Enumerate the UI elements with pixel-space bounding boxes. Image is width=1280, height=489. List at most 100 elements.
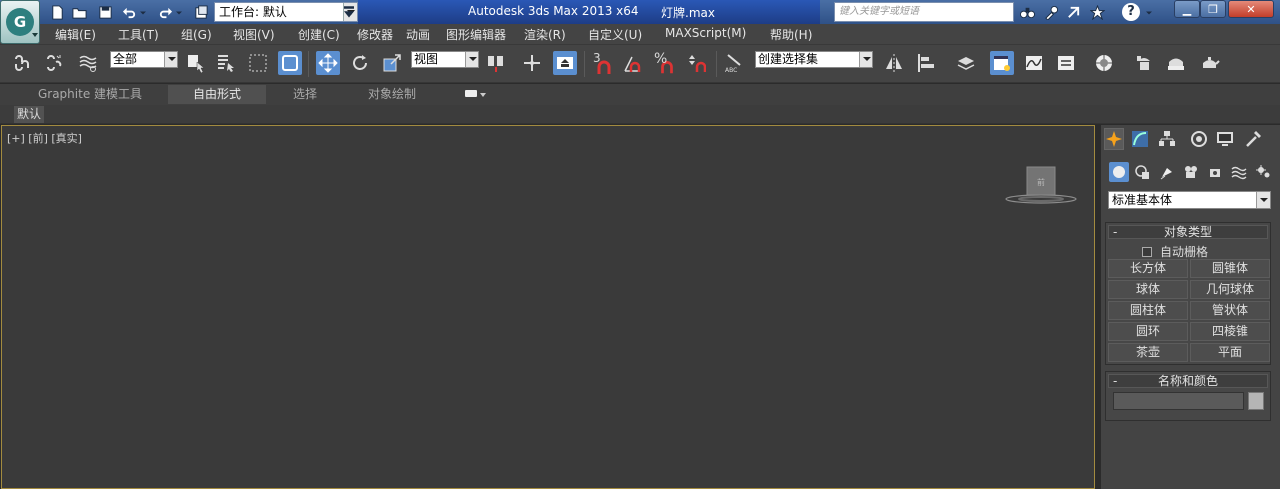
menu-help[interactable]: 帮助(H) [770,26,812,43]
snaps-toggle-icon[interactable]: 3 [590,51,614,75]
use-pivot-point-center-icon[interactable] [484,51,508,75]
cone-button[interactable]: 圆锥体 [1190,259,1270,278]
rendered-frame-window-icon[interactable] [1164,51,1188,75]
tab-selection[interactable]: 选择 [278,85,332,104]
tab-graphite-modeling[interactable]: Graphite 建模工具 [30,85,150,104]
align-icon[interactable] [914,51,938,75]
teapot-button[interactable]: 茶壶 [1108,343,1188,362]
customize-quick-access-icon[interactable] [342,3,356,21]
menu-maxscript[interactable]: MAXScript(M) [665,26,746,40]
window-crossing-toggle-icon[interactable] [278,51,302,75]
project-folder-icon[interactable] [192,3,210,21]
rectangular-selection-region-icon[interactable] [246,51,270,75]
create-tab-icon[interactable] [1104,128,1124,150]
bind-to-space-warp-icon[interactable] [76,51,100,75]
unlink-selection-icon[interactable] [42,51,66,75]
autogrid-checkbox[interactable]: 自动栅格 [1142,243,1208,260]
menu-create[interactable]: 创建(C) [298,26,340,43]
name-and-color-rollout-header[interactable]: - 名称和颜色 [1108,374,1268,388]
space-warps-icon[interactable] [1229,162,1249,182]
redo-dropdown-icon[interactable] [174,3,184,21]
tube-button[interactable]: 管状体 [1190,301,1270,320]
object-category-select[interactable]: 标准基本体 [1108,191,1271,209]
menu-graph-editors[interactable]: 图形编辑器 [446,26,506,43]
curve-editor-icon[interactable] [1022,51,1046,75]
schematic-view-icon[interactable] [1054,51,1078,75]
object-name-field[interactable] [1113,392,1244,410]
redo-icon[interactable] [156,3,174,21]
help-icon[interactable]: ? [1122,3,1140,21]
helpers-icon[interactable] [1205,162,1225,182]
ribbon-default-panel[interactable]: 默认 [14,106,45,123]
torus-button[interactable]: 圆环 [1108,322,1188,341]
object-color-swatch[interactable] [1248,392,1264,410]
graphite-modeling-tools-toggle-icon[interactable] [990,51,1014,75]
menu-tools[interactable]: 工具(T) [118,26,159,43]
mirror-icon[interactable] [882,51,906,75]
tab-object-paint[interactable]: 对象绘制 [352,85,432,104]
viewcube[interactable]: 前 [1004,166,1078,206]
render-setup-icon[interactable] [1132,51,1156,75]
select-and-link-icon[interactable] [10,51,34,75]
geosphere-button[interactable]: 几何球体 [1190,280,1270,299]
menu-modifiers[interactable]: 修改器 [357,26,393,43]
favorites-star-icon[interactable] [1088,3,1106,21]
search-input[interactable]: 键入关键字或短语 [834,2,1014,22]
help-dropdown-icon[interactable] [1144,3,1154,21]
hierarchy-tab-icon[interactable] [1157,128,1177,150]
systems-icon[interactable] [1253,162,1273,182]
material-editor-icon[interactable] [1092,51,1116,75]
motion-tab-icon[interactable] [1189,128,1209,150]
cameras-icon[interactable] [1181,162,1201,182]
undo-dropdown-icon[interactable] [138,3,148,21]
select-and-move-icon[interactable] [316,51,340,75]
select-and-manipulate-icon[interactable] [520,51,544,75]
communication-center-icon[interactable] [1042,3,1060,21]
menu-rendering[interactable]: 渲染(R) [524,26,566,43]
lights-icon[interactable] [1157,162,1177,182]
binoculars-search-icon[interactable] [1018,3,1036,21]
select-and-rotate-icon[interactable] [348,51,372,75]
layer-manager-icon[interactable] [954,51,978,75]
subscription-center-icon[interactable] [1064,3,1082,21]
shapes-icon[interactable] [1133,162,1153,182]
select-and-scale-icon[interactable] [380,51,404,75]
maximize-button[interactable]: ❐ [1200,0,1226,18]
ribbon-options-button[interactable] [460,85,490,104]
save-file-icon[interactable] [96,3,114,21]
render-production-icon[interactable] [1198,51,1222,75]
reference-coordinate-select[interactable]: 视图 [411,51,479,68]
workspace-select[interactable]: 工作台: 默认 [214,2,358,22]
object-type-rollout-header[interactable]: - 对象类型 [1108,225,1268,239]
pyramid-button[interactable]: 四棱锥 [1190,322,1270,341]
spinner-snap-toggle-icon[interactable] [684,51,708,75]
viewport-label[interactable]: [+] [前] [真实] [7,130,82,146]
keyboard-shortcut-override-icon[interactable] [553,51,577,75]
menu-edit[interactable]: 编辑(E) [55,26,96,43]
utilities-tab-icon[interactable] [1243,128,1263,150]
tab-freeform[interactable]: 自由形式 [168,85,266,104]
box-button[interactable]: 长方体 [1108,259,1188,278]
sphere-button[interactable]: 球体 [1108,280,1188,299]
close-button[interactable]: ✕ [1228,0,1274,18]
minimize-button[interactable]: ▁ [1174,0,1200,18]
app-menu-button[interactable]: G [0,0,40,44]
select-by-name-icon[interactable] [214,51,238,75]
display-tab-icon[interactable] [1215,128,1235,150]
plane-button[interactable]: 平面 [1190,343,1270,362]
menu-customize[interactable]: 自定义(U) [588,26,642,43]
menu-group[interactable]: 组(G) [181,26,212,43]
menu-view[interactable]: 视图(V) [233,26,275,43]
open-file-icon[interactable] [70,3,88,21]
angle-snap-toggle-icon[interactable] [620,51,644,75]
edit-named-selection-icon[interactable]: ABC [722,51,746,75]
percent-snap-toggle-icon[interactable]: % [652,51,676,75]
new-file-icon[interactable] [48,3,66,21]
selection-filter-select[interactable]: 全部 [110,51,178,68]
modify-tab-icon[interactable] [1130,128,1150,150]
select-object-icon[interactable] [184,51,208,75]
menu-animation[interactable]: 动画 [406,26,430,43]
undo-icon[interactable] [120,3,138,21]
geometry-icon[interactable] [1109,162,1129,182]
front-viewport[interactable]: [+] [前] [真实] 前 [1,125,1095,489]
